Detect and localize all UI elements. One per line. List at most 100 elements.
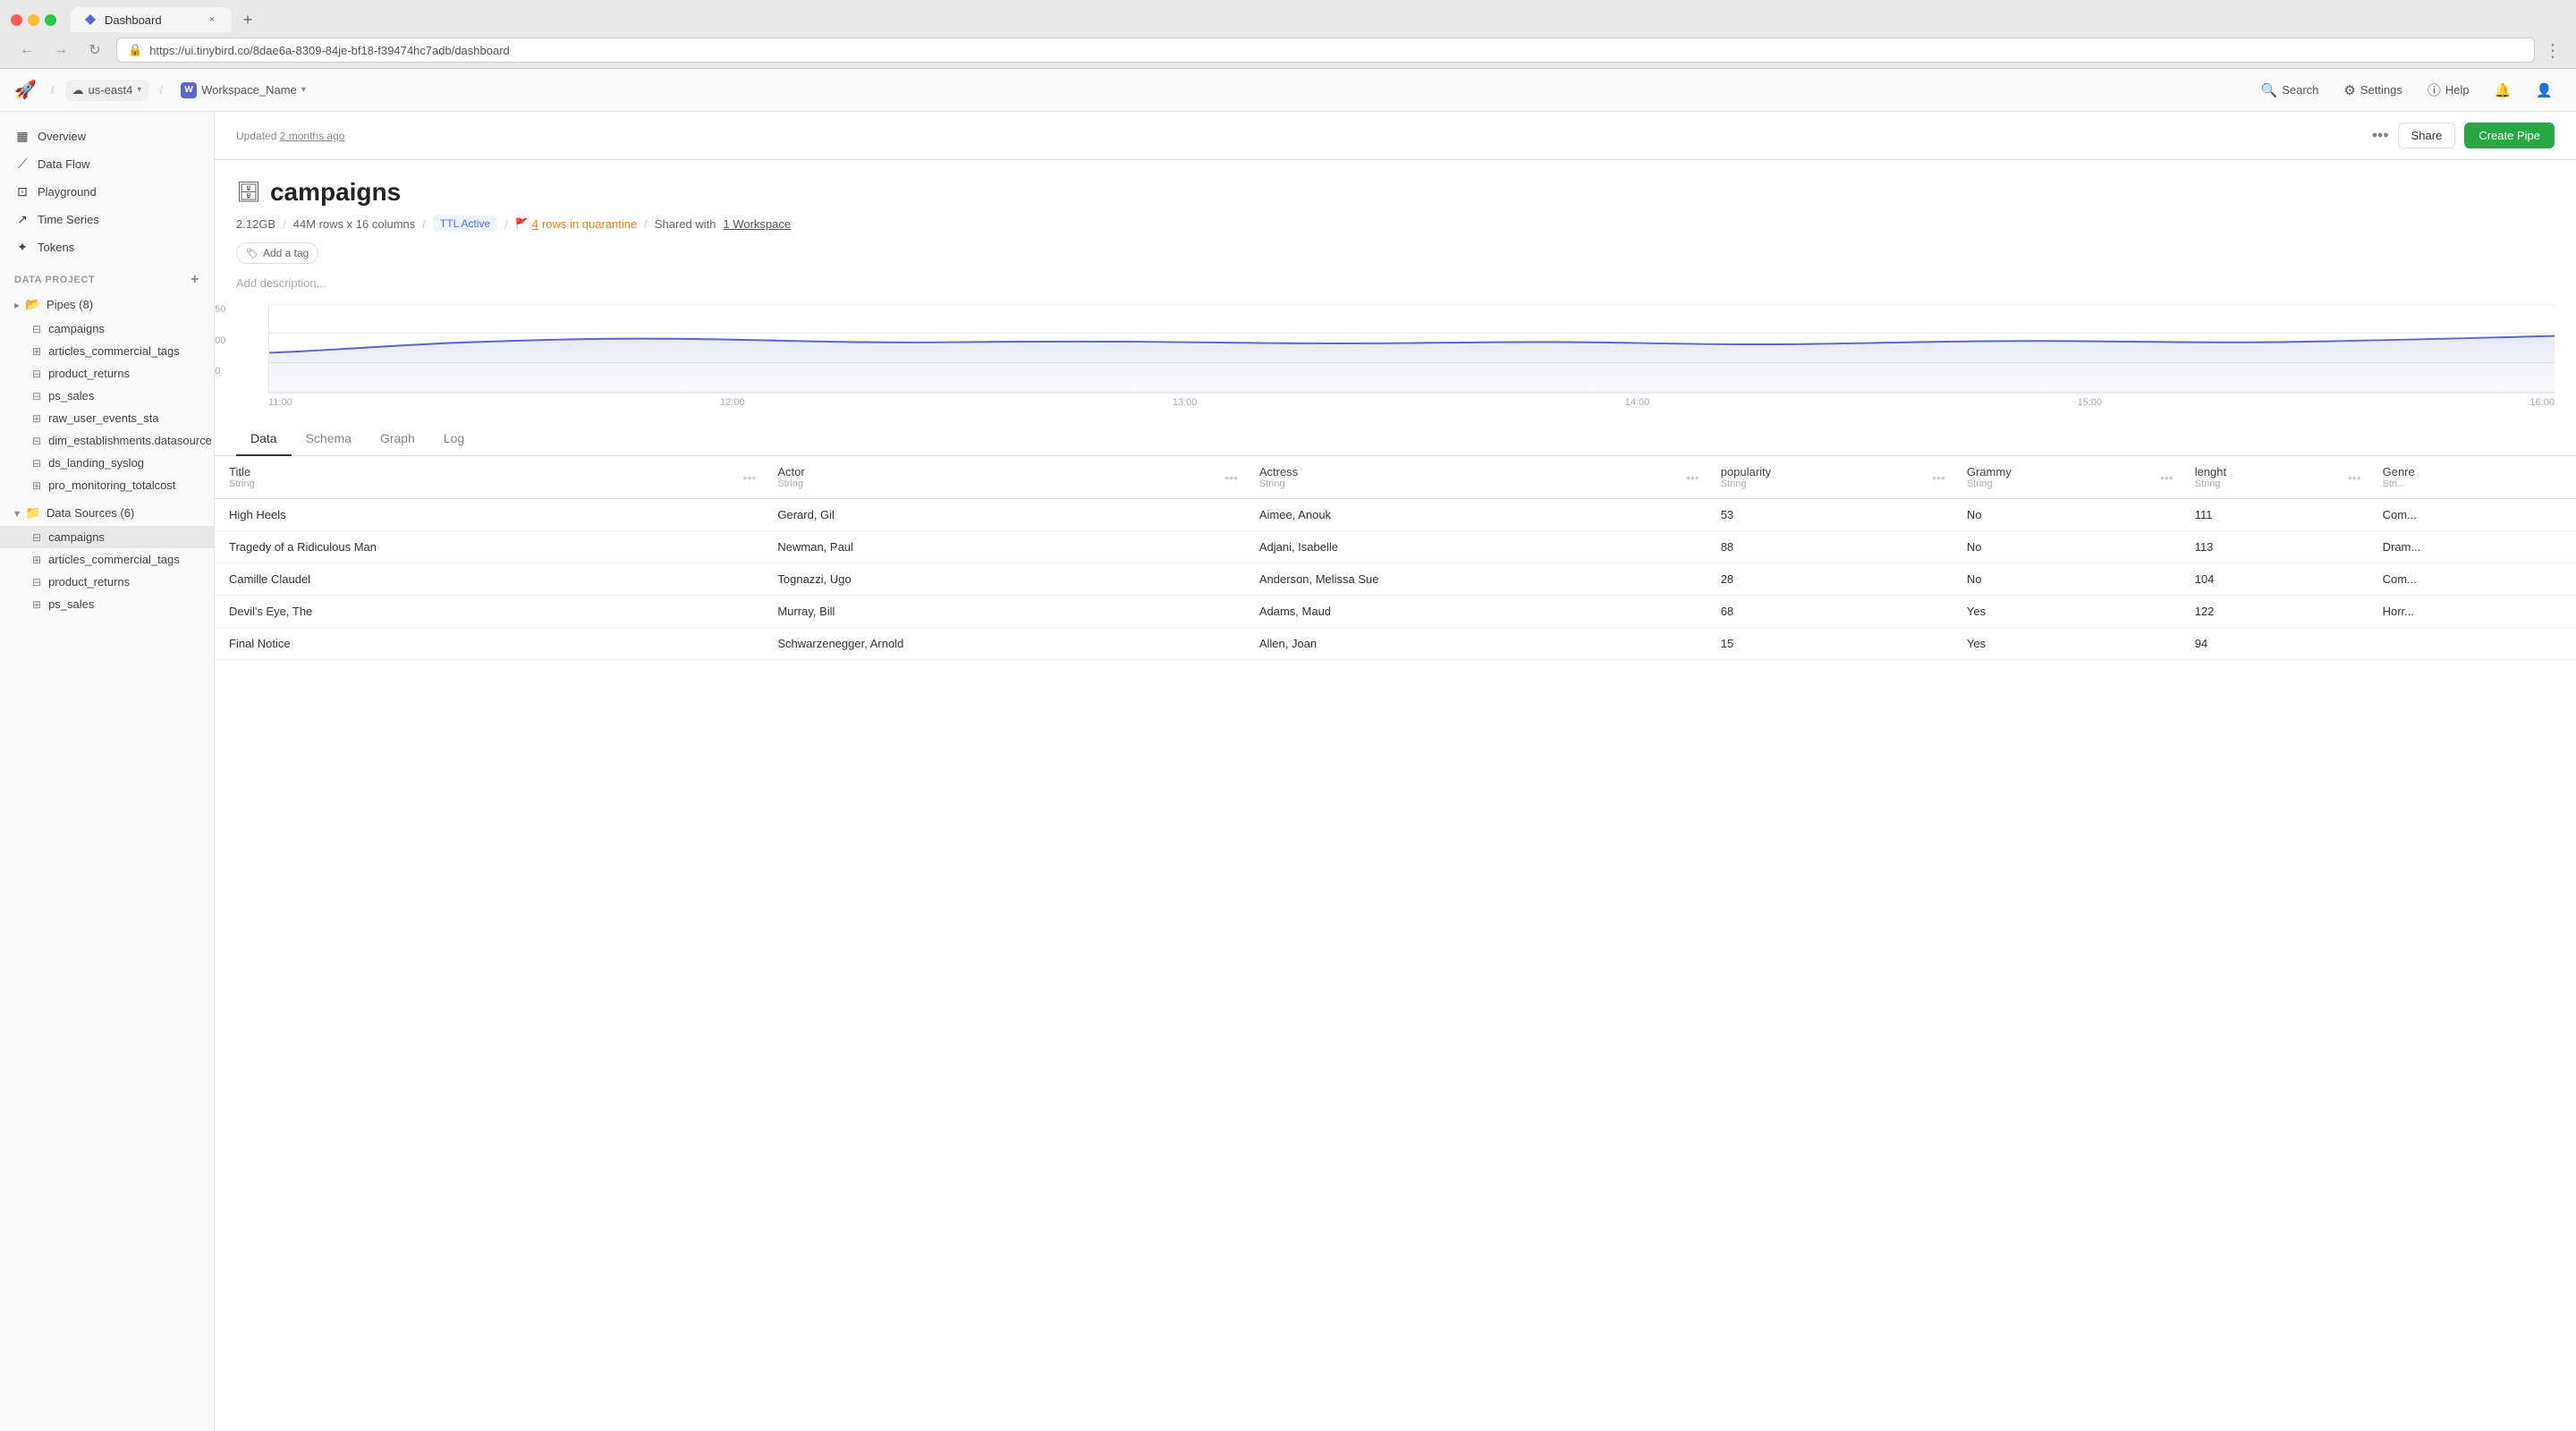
sidebar-item-product-returns-ds[interactable]: ⊟ product_returns	[0, 571, 214, 593]
y-label-50: 50	[215, 366, 225, 377]
y-label-100: 100	[215, 335, 225, 346]
sidebar-item-playground[interactable]: ⊡ Playground	[0, 178, 214, 206]
datasource-rows-columns: 44M rows x 16 columns	[293, 217, 416, 231]
region-icon: ☁	[72, 83, 84, 97]
tab-close-button[interactable]: ×	[205, 13, 219, 27]
col-popularity-label: popularity	[1721, 465, 1771, 478]
cell-lenght: 111	[2181, 499, 2368, 531]
tinybird-logo-icon: 🚀	[14, 79, 37, 101]
cell-popularity: 88	[1707, 531, 1953, 563]
pipe-icon: ⊟	[32, 435, 41, 447]
sidebar-item-campaigns-ds[interactable]: ⊟ campaigns	[0, 526, 214, 548]
cell-actor: Murray, Bill	[763, 596, 1244, 628]
sidebar-item-campaigns-pipe[interactable]: ⊟ campaigns	[0, 318, 214, 340]
col-popularity-menu[interactable]: •••	[1932, 470, 1945, 485]
cell-genre: Horr...	[2368, 596, 2576, 628]
sidebar-item-overview[interactable]: ▦ Overview	[0, 123, 214, 150]
updated-link[interactable]: 2 months ago	[280, 130, 345, 142]
help-button[interactable]: ⓘ Help	[2419, 77, 2479, 103]
tab-label: Dashboard	[105, 13, 162, 27]
col-grammy: Grammy String •••	[1953, 456, 2181, 499]
sub-item-label: ds_landing_syslog	[48, 456, 144, 470]
pipe-icon: ⊞	[32, 412, 41, 425]
user-button[interactable]: 👤	[2527, 79, 2562, 102]
back-button[interactable]: ←	[14, 38, 39, 63]
sidebar-item-dim-establishments-pipe[interactable]: ⊟ dim_establishments.datasource	[0, 429, 214, 452]
new-tab-button[interactable]: +	[235, 7, 260, 32]
col-lenght-type: String	[2195, 478, 2354, 489]
notifications-button[interactable]: 🔔	[2486, 79, 2521, 102]
sidebar-item-raw-user-events-pipe[interactable]: ⊞ raw_user_events_sta	[0, 407, 214, 429]
url-bar[interactable]: 🔒 https://ui.tinybird.co/8dae6a-8309-84j…	[116, 38, 2535, 63]
cell-popularity: 53	[1707, 499, 1953, 531]
sidebar-item-ps-sales-ds[interactable]: ⊞ ps_sales	[0, 593, 214, 615]
col-title-type: String	[229, 478, 749, 489]
close-traffic-light[interactable]	[11, 14, 22, 26]
refresh-button[interactable]: ↻	[82, 38, 107, 63]
region-selector[interactable]: ☁ us-east4 ▾	[65, 80, 149, 101]
cell-title: Camille Claudel	[215, 563, 763, 596]
search-button[interactable]: 🔍 Search	[2252, 79, 2328, 102]
col-lenght: lenght String •••	[2181, 456, 2368, 499]
help-label: Help	[2445, 83, 2470, 97]
pipes-group-label: Pipes (8)	[47, 298, 93, 311]
browser-tab[interactable]: Dashboard ×	[71, 7, 232, 32]
sidebar-item-product-returns-pipe[interactable]: ⊟ product_returns	[0, 362, 214, 385]
quarantine-badge[interactable]: 🚩 4 rows in quarantine	[515, 217, 637, 231]
sidebar-item-data-flow[interactable]: ⟋ Data Flow	[0, 150, 214, 178]
sidebar-item-tokens[interactable]: ✦ Tokens	[0, 233, 214, 261]
cell-popularity: 15	[1707, 628, 1953, 660]
col-grammy-type: String	[1967, 478, 2166, 489]
cell-title: Devil's Eye, The	[215, 596, 763, 628]
settings-button[interactable]: ⚙ Settings	[2334, 79, 2411, 102]
description-field[interactable]: Add description...	[236, 273, 2555, 304]
create-pipe-button[interactable]: Create Pipe	[2464, 123, 2555, 148]
sidebar-item-articles-pipe[interactable]: ⊞ articles_commercial_tags	[0, 340, 214, 362]
col-grammy-menu[interactable]: •••	[2160, 470, 2174, 485]
add-data-project-button[interactable]: +	[191, 272, 199, 288]
browser-more-button[interactable]: ⋮	[2544, 39, 2562, 62]
ttl-badge[interactable]: TTL Active	[433, 216, 497, 232]
tag-icon: 🏷	[246, 248, 258, 259]
cell-genre	[2368, 628, 2576, 660]
col-actress-menu[interactable]: •••	[1686, 470, 1699, 485]
forward-button[interactable]: →	[48, 38, 73, 63]
col-lenght-menu[interactable]: •••	[2348, 470, 2361, 485]
col-actor-type: String	[777, 478, 1230, 489]
share-button[interactable]: Share	[2398, 123, 2456, 148]
cell-lenght: 104	[2181, 563, 2368, 596]
datasource-title-icon: 🗄	[236, 181, 261, 204]
minimize-traffic-light[interactable]	[28, 14, 39, 26]
tab-graph[interactable]: Graph	[366, 422, 429, 456]
cell-actress: Adjani, Isabelle	[1245, 531, 1707, 563]
sidebar-item-pro-monitoring-pipe[interactable]: ⊞ pro_monitoring_totalcost	[0, 474, 214, 496]
cell-genre: Com...	[2368, 563, 2576, 596]
shared-label: Shared with	[655, 217, 716, 231]
address-bar: ← → ↻ 🔒 https://ui.tinybird.co/8dae6a-83…	[0, 32, 2576, 68]
data-sources-group-toggle[interactable]: ▾ 📁 Data Sources (6)	[0, 500, 214, 526]
tab-schema[interactable]: Schema	[292, 422, 366, 456]
maximize-traffic-light[interactable]	[45, 14, 56, 26]
sidebar-item-ds-landing-pipe[interactable]: ⊟ ds_landing_syslog	[0, 452, 214, 474]
sidebar-item-articles-ds[interactable]: ⊞ articles_commercial_tags	[0, 548, 214, 571]
more-options-button[interactable]: •••	[2372, 126, 2389, 145]
updated-text: Updated	[236, 130, 276, 142]
data-sources-group-label: Data Sources (6)	[47, 506, 134, 520]
sidebar-item-ps-sales-pipe[interactable]: ⊟ ps_sales	[0, 385, 214, 407]
tab-log[interactable]: Log	[429, 422, 479, 456]
pipe-icon: ⊞	[32, 345, 41, 358]
add-tag-button[interactable]: 🏷 Add a tag	[236, 242, 318, 264]
x-label-1600: 16:00	[2529, 397, 2555, 408]
pipes-group-toggle[interactable]: ▸ 📂 Pipes (8)	[0, 292, 214, 318]
workspace-selector[interactable]: W Workspace_Name ▾	[174, 79, 313, 102]
tab-bar: Dashboard × +	[0, 0, 2576, 32]
chart-x-labels: 11:00 12:00 13:00 14:00 15:00 16:00	[268, 394, 2555, 408]
sidebar-item-time-series[interactable]: ↗ Time Series	[0, 206, 214, 233]
pipes-group: ▸ 📂 Pipes (8) ⊟ campaigns ⊞ articles_com…	[0, 292, 214, 496]
nav-separator: /	[51, 83, 55, 97]
tab-data[interactable]: Data	[236, 422, 292, 456]
shared-workspace-link[interactable]: 1 Workspace	[723, 217, 791, 231]
col-actor-menu[interactable]: •••	[1224, 470, 1238, 485]
col-title-menu[interactable]: •••	[743, 470, 757, 485]
cell-actor: Newman, Paul	[763, 531, 1244, 563]
